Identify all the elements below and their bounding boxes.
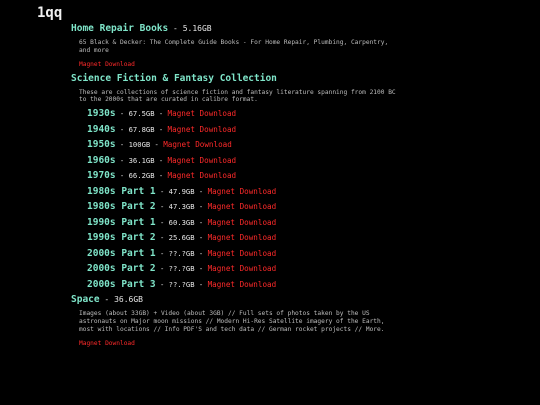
collection-size: 67.5GB xyxy=(128,109,155,119)
collection-name: 1930s xyxy=(87,108,116,120)
collection-size: 66.2GB xyxy=(128,171,155,181)
separator: - xyxy=(154,124,168,134)
section-title: Science Fiction & Fantasy Collection xyxy=(71,72,277,84)
content: Home Repair Books - 5.16GB 65 Black & De… xyxy=(71,22,401,348)
separator: - xyxy=(115,155,129,165)
collection-name: 1950s xyxy=(87,139,116,151)
list-item: 1990s Part 1 - 60.3GB - Magnet Download xyxy=(87,215,401,231)
collection-size: 47.3GB xyxy=(168,202,195,212)
collection-size: 67.8GB xyxy=(128,124,155,134)
section-description: These are collections of science fiction… xyxy=(79,88,396,104)
section-heading: Science Fiction & Fantasy Collection xyxy=(71,72,401,85)
collection-name: 2000s Part 2 xyxy=(87,263,156,275)
section-size: 5.16GB xyxy=(182,24,212,33)
collection-name: 1970s xyxy=(87,170,116,182)
section-description: 65 Black & Decker: The Complete Guide Bo… xyxy=(79,39,389,54)
list-item: 2000s Part 2 - ??.?GB - Magnet Download xyxy=(87,261,401,277)
list-item: 1930s - 67.5GB - Magnet Download xyxy=(87,106,401,122)
section-scifi-fantasy: Science Fiction & Fantasy Collection The… xyxy=(71,72,401,293)
collection-list: 1930s - 67.5GB - Magnet Download 1940s -… xyxy=(87,106,401,292)
separator: - xyxy=(155,264,169,274)
magnet-download-link[interactable]: Magnet Download xyxy=(168,156,237,165)
collection-size: 36.1GB xyxy=(128,155,155,165)
magnet-download-link[interactable]: Magnet Download xyxy=(168,171,237,180)
list-item: 2000s Part 3 - ??.?GB - Magnet Download xyxy=(87,277,401,293)
collection-name: 1980s Part 2 xyxy=(87,201,156,213)
separator: - xyxy=(194,202,208,212)
collection-size: 25.6GB xyxy=(168,233,195,243)
section-home-repair: Home Repair Books - 5.16GB 65 Black & De… xyxy=(71,22,401,69)
magnet-download-link[interactable]: Magnet Download xyxy=(208,249,277,258)
section-title: Space xyxy=(71,294,100,306)
list-item: 1950s - 100GB - Magnet Download xyxy=(87,137,401,153)
list-item: 1980s Part 2 - 47.3GB - Magnet Download xyxy=(87,199,401,215)
magnet-download-link[interactable]: Magnet Download xyxy=(208,187,277,196)
separator: - xyxy=(99,295,115,305)
collection-name: 1980s Part 1 xyxy=(87,185,156,197)
section-heading: Space - 36.6GB xyxy=(71,293,401,306)
magnet-download-link[interactable]: Magnet Download xyxy=(79,340,401,348)
separator: - xyxy=(154,109,168,119)
magnet-download-link[interactable]: Magnet Download xyxy=(208,233,277,242)
section-description: Images (about 33GB) + Video (about 3GB) … xyxy=(79,310,385,333)
collection-size: 100GB xyxy=(128,140,151,150)
separator: - xyxy=(115,124,129,134)
magnet-download-link[interactable]: Magnet Download xyxy=(208,202,277,211)
section-size: 36.6GB xyxy=(114,295,143,305)
collection-name: 2000s Part 3 xyxy=(87,278,156,290)
list-item: 1970s - 66.2GB - Magnet Download xyxy=(87,168,401,184)
page: 1qq Home Repair Books - 5.16GB 65 Black … xyxy=(0,0,540,405)
collection-size: ??.?GB xyxy=(168,279,195,289)
list-item: 1960s - 36.1GB - Magnet Download xyxy=(87,153,401,169)
magnet-download-link[interactable]: Magnet Download xyxy=(168,109,237,118)
separator: - xyxy=(115,109,129,119)
separator: - xyxy=(155,202,169,212)
separator: - xyxy=(194,217,208,227)
separator: - xyxy=(150,140,164,150)
separator: - xyxy=(194,279,208,289)
separator: - xyxy=(155,279,169,289)
magnet-download-link[interactable]: Magnet Download xyxy=(79,61,401,69)
collection-size: ??.?GB xyxy=(168,264,195,274)
section-heading: Home Repair Books - 5.16GB xyxy=(71,22,401,35)
collection-name: 2000s Part 1 xyxy=(87,247,156,259)
separator: - xyxy=(194,186,208,196)
separator: - xyxy=(155,248,169,258)
separator: - xyxy=(194,248,208,258)
separator: - xyxy=(155,233,169,243)
list-item: 1980s Part 1 - 47.9GB - Magnet Download xyxy=(87,184,401,200)
collection-size: 60.3GB xyxy=(168,217,195,227)
separator: - xyxy=(194,233,208,243)
magnet-download-link[interactable]: Magnet Download xyxy=(163,140,232,149)
list-item: 1990s Part 2 - 25.6GB - Magnet Download xyxy=(87,230,401,246)
list-item: 1940s - 67.8GB - Magnet Download xyxy=(87,122,401,138)
magnet-download-link[interactable]: Magnet Download xyxy=(208,280,277,289)
section-title: Home Repair Books xyxy=(71,23,169,34)
magnet-download-link[interactable]: Magnet Download xyxy=(208,218,277,227)
magnet-download-link[interactable]: Magnet Download xyxy=(168,125,237,134)
collection-name: 1960s xyxy=(87,154,116,166)
separator: - xyxy=(194,264,208,274)
collection-size: ??.?GB xyxy=(168,248,195,258)
collection-name: 1990s Part 1 xyxy=(87,216,156,228)
collection-name: 1990s Part 2 xyxy=(87,232,156,244)
separator: - xyxy=(168,24,183,33)
magnet-download-link[interactable]: Magnet Download xyxy=(208,264,277,273)
collection-size: 47.9GB xyxy=(168,186,195,196)
separator: - xyxy=(154,155,168,165)
separator: - xyxy=(115,171,129,181)
section-space: Space - 36.6GB Images (about 33GB) + Vid… xyxy=(71,293,401,347)
collection-name: 1940s xyxy=(87,123,116,135)
site-title: 1qq xyxy=(37,5,63,21)
separator: - xyxy=(115,140,129,150)
list-item: 2000s Part 1 - ??.?GB - Magnet Download xyxy=(87,246,401,262)
separator: - xyxy=(154,171,168,181)
separator: - xyxy=(155,186,169,196)
separator: - xyxy=(155,217,169,227)
